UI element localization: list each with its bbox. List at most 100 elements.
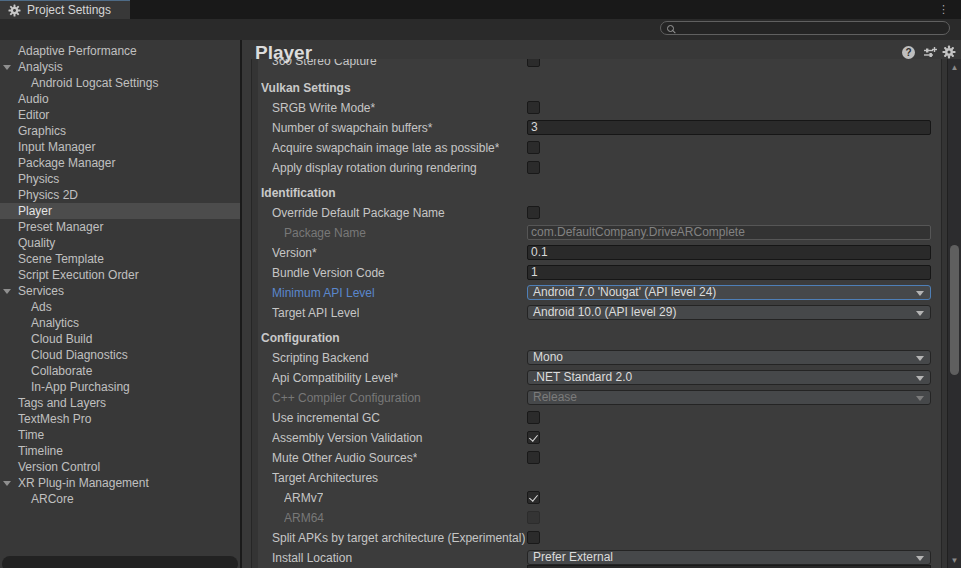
dropdown-minimum-api-level[interactable]: Android 7.0 'Nougat' (API level 24) bbox=[527, 285, 931, 300]
sidebar-item-services[interactable]: Services bbox=[0, 283, 240, 299]
sidebar-divider bbox=[240, 40, 242, 568]
checkbox-acquire-swapchain-image-late-as-possible[interactable] bbox=[527, 141, 540, 154]
foldout-expanded-icon[interactable] bbox=[3, 65, 11, 70]
setting-label: Bundle Version Code bbox=[272, 263, 385, 283]
sidebar-item-android-logcat-settings[interactable]: Android Logcat Settings bbox=[0, 75, 240, 91]
settings-row-number-of-swapchain-buffers: Number of swapchain buffers*3 bbox=[258, 118, 941, 138]
sidebar-item-label: Quality bbox=[18, 236, 55, 250]
settings-row-mute-other-audio-sources: Mute Other Audio Sources* bbox=[258, 448, 941, 468]
checkbox-override-default-package-name[interactable] bbox=[527, 206, 540, 219]
sidebar-item-time[interactable]: Time bbox=[0, 427, 240, 443]
sidebar-item-label: Audio bbox=[18, 92, 49, 106]
dropdown-install-location[interactable]: Prefer External bbox=[527, 550, 931, 565]
sidebar-item-label: Cloud Build bbox=[31, 332, 92, 346]
search-input[interactable] bbox=[660, 21, 950, 35]
section-header-identification: Identification bbox=[258, 183, 941, 203]
sidebar-item-ads[interactable]: Ads bbox=[0, 299, 240, 315]
settings-row-srgb-write-mode: SRGB Write Mode* bbox=[258, 98, 941, 118]
sidebar-item-timeline[interactable]: Timeline bbox=[0, 443, 240, 459]
section-header-configuration: Configuration bbox=[258, 328, 941, 348]
settings-row-c-compiler-configuration: C++ Compiler Configuration Release bbox=[258, 388, 941, 408]
foldout-expanded-icon[interactable] bbox=[3, 289, 11, 294]
setting-label: Install Location bbox=[272, 548, 352, 568]
settings-row-minimum-api-level: Minimum API LevelAndroid 7.0 'Nougat' (A… bbox=[258, 283, 941, 303]
help-icon[interactable]: ? bbox=[902, 46, 915, 59]
sidebar-item-quality[interactable]: Quality bbox=[0, 235, 240, 251]
sidebar-item-label: In-App Purchasing bbox=[31, 380, 130, 394]
sidebar-item-graphics[interactable]: Graphics bbox=[0, 123, 240, 139]
preset-icon[interactable] bbox=[923, 46, 937, 59]
page-title: Player bbox=[255, 42, 312, 64]
sidebar-item-preset-manager[interactable]: Preset Manager bbox=[0, 219, 240, 235]
sidebar-item-textmesh-pro[interactable]: TextMesh Pro bbox=[0, 411, 240, 427]
sidebar-item-cloud-build[interactable]: Cloud Build bbox=[0, 331, 240, 347]
sidebar-item-script-execution-order[interactable]: Script Execution Order bbox=[0, 267, 240, 283]
gear-icon bbox=[8, 4, 21, 17]
sidebar-hscrollbar[interactable] bbox=[2, 556, 238, 568]
sidebar-item-analysis[interactable]: Analysis bbox=[0, 59, 240, 75]
settings-row-api-compatibility-level: Api Compatibility Level*.NET Standard 2.… bbox=[258, 368, 941, 388]
sidebar-item-scene-template[interactable]: Scene Template bbox=[0, 251, 240, 267]
sidebar-item-label: Player bbox=[18, 204, 52, 218]
sidebar-item-arcore[interactable]: ARCore bbox=[0, 491, 240, 507]
checkbox-split-apks-by-target-architecture-experimental[interactable] bbox=[527, 531, 540, 544]
sidebar-item-label: Preset Manager bbox=[18, 220, 103, 234]
sidebar-item-analytics[interactable]: Analytics bbox=[0, 315, 240, 331]
checkbox-use-incremental-gc[interactable] bbox=[527, 411, 540, 424]
scrollbar-thumb[interactable] bbox=[950, 245, 959, 375]
project-settings-window: Project Settings ⋮ Adaptive PerformanceA… bbox=[0, 0, 961, 568]
sidebar-item-label: Analysis bbox=[18, 60, 63, 74]
scroll-down-icon[interactable]: ▼ bbox=[948, 556, 961, 565]
settings-row-apply-display-rotation-during-rendering: Apply display rotation during rendering bbox=[258, 158, 941, 178]
sidebar-item-physics-2d[interactable]: Physics 2D bbox=[0, 187, 240, 203]
sidebar-item-cloud-diagnostics[interactable]: Cloud Diagnostics bbox=[0, 347, 240, 363]
search-icon bbox=[667, 25, 674, 32]
checkbox-360-stereo-capture[interactable] bbox=[527, 59, 540, 67]
dropdown-scripting-backend[interactable]: Mono bbox=[527, 350, 931, 365]
vertical-scrollbar[interactable]: ▲ ▼ bbox=[947, 59, 961, 568]
dropdown-api-compatibility-level[interactable]: .NET Standard 2.0 bbox=[527, 370, 931, 385]
kebab-menu-icon[interactable]: ⋮ bbox=[938, 3, 949, 15]
checkbox-armv7[interactable] bbox=[527, 491, 540, 504]
dropdown-target-api-level[interactable]: Android 10.0 (API level 29) bbox=[527, 305, 931, 320]
setting-label: C++ Compiler Configuration bbox=[272, 388, 421, 408]
sidebar-item-input-manager[interactable]: Input Manager bbox=[0, 139, 240, 155]
sidebar-item-collaborate[interactable]: Collaborate bbox=[0, 363, 240, 379]
checkbox-apply-display-rotation-during-rendering[interactable] bbox=[527, 161, 540, 174]
checkbox-srgb-write-mode[interactable] bbox=[527, 101, 540, 114]
settings-row-target-api-level: Target API LevelAndroid 10.0 (API level … bbox=[258, 303, 941, 323]
settings-row-target-architectures: Target Architectures bbox=[258, 468, 941, 488]
sidebar-item-in-app-purchasing[interactable]: In-App Purchasing bbox=[0, 379, 240, 395]
sidebar-item-label: Script Execution Order bbox=[18, 268, 139, 282]
setting-label: Assembly Version Validation bbox=[272, 428, 423, 448]
checkbox-assembly-version-validation[interactable] bbox=[527, 431, 540, 444]
gear-icon[interactable] bbox=[942, 45, 956, 59]
sidebar-item-xr-plug-in-management[interactable]: XR Plug-in Management bbox=[0, 475, 240, 491]
text-field-number-of-swapchain-buffers[interactable]: 3 bbox=[527, 120, 931, 135]
checkbox-arm64 bbox=[527, 511, 540, 524]
dropdown-c-compiler-configuration: Release bbox=[527, 390, 931, 405]
sidebar-item-label: Scene Template bbox=[18, 252, 104, 266]
section-header-label: Vulkan Settings bbox=[261, 78, 351, 98]
text-field-version[interactable]: 0.1 bbox=[527, 245, 931, 260]
setting-label: ARMv7 bbox=[284, 488, 323, 508]
sidebar-item-editor[interactable]: Editor bbox=[0, 107, 240, 123]
sidebar-item-physics[interactable]: Physics bbox=[0, 171, 240, 187]
text-field-bundle-version-code[interactable]: 1 bbox=[527, 265, 931, 280]
sidebar-item-audio[interactable]: Audio bbox=[0, 91, 240, 107]
checkbox-mute-other-audio-sources[interactable] bbox=[527, 451, 540, 464]
setting-label: Scripting Backend bbox=[272, 348, 369, 368]
sidebar-item-tags-and-layers[interactable]: Tags and Layers bbox=[0, 395, 240, 411]
sidebar-item-version-control[interactable]: Version Control bbox=[0, 459, 240, 475]
settings-row-version: Version*0.1 bbox=[258, 243, 941, 263]
sidebar-item-adaptive-performance[interactable]: Adaptive Performance bbox=[0, 43, 240, 59]
sidebar-item-package-manager[interactable]: Package Manager bbox=[0, 155, 240, 171]
scroll-up-icon[interactable]: ▲ bbox=[948, 63, 961, 72]
foldout-expanded-icon[interactable] bbox=[3, 481, 11, 486]
section-header-label: Configuration bbox=[261, 328, 340, 348]
sidebar-item-player[interactable]: Player bbox=[0, 203, 240, 219]
tab-project-settings[interactable]: Project Settings bbox=[0, 0, 130, 19]
section-header-label: Identification bbox=[261, 183, 336, 203]
sidebar-item-label: TextMesh Pro bbox=[18, 412, 91, 426]
section-header-vulkan-settings: Vulkan Settings bbox=[258, 78, 941, 98]
